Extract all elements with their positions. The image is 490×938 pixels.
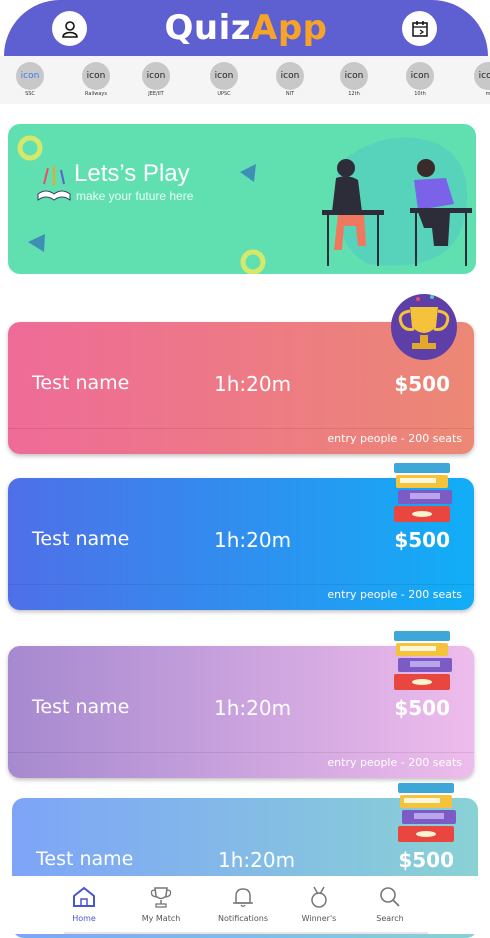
category-label: UPSC (217, 91, 231, 97)
banner-title: Lets’s Play (74, 160, 190, 187)
search-icon (380, 887, 400, 907)
category-label: 12th (348, 91, 360, 97)
books-stack-icon (394, 631, 452, 690)
category-icon: icon (276, 62, 304, 90)
category-strip: icon SSC icon Railways icon JEE/IIT icon… (0, 56, 490, 104)
app-header: QuizApp (4, 0, 488, 56)
category-label: Railways (85, 91, 107, 97)
banner-subtitle: make your future here (76, 189, 194, 203)
test-name: Test name (36, 848, 134, 870)
open-book-icon (37, 166, 71, 201)
category-item[interactable]: icon Railways (72, 62, 120, 97)
category-item[interactable]: icon 10th (396, 62, 444, 97)
calendar-icon (411, 20, 428, 37)
nav-notifications[interactable]: Notifications (208, 886, 278, 923)
test-duration: 1h:20m (214, 696, 292, 720)
nav-label: Notifications (217, 914, 269, 923)
category-item[interactable]: icon 12th (330, 62, 378, 97)
nav-label: Home (72, 914, 96, 923)
category-item[interactable]: icon m (464, 62, 490, 97)
card-divider (8, 428, 474, 429)
students-illustration (322, 159, 472, 266)
medal-icon (311, 886, 327, 908)
category-item[interactable]: icon SSC (6, 62, 54, 97)
category-icon: icon (474, 62, 490, 90)
test-prize: $500 (394, 528, 450, 552)
category-icon: icon (210, 62, 238, 90)
test-duration: 1h:20m (218, 848, 296, 872)
test-name: Test name (32, 696, 130, 718)
bell-icon (233, 888, 253, 908)
category-icon: icon (406, 62, 434, 90)
trophy-icon (391, 294, 457, 360)
books-stack-icon (394, 463, 452, 522)
bottom-nav: Home My Match Notifications Winner's Sea… (0, 876, 490, 934)
card-divider (8, 752, 474, 753)
test-duration: 1h:20m (214, 372, 292, 396)
trophy-outline-icon (150, 887, 172, 908)
test-seats: entry people - 200 seats (327, 588, 462, 601)
category-icon: icon (142, 62, 170, 90)
category-item[interactable]: icon UPSC (200, 62, 248, 97)
nav-my-match[interactable]: My Match (126, 886, 196, 923)
category-label: 10th (414, 91, 426, 97)
category-label: m (485, 91, 490, 97)
test-seats: entry people - 200 seats (327, 756, 462, 769)
home-icon (73, 886, 95, 907)
lets-play-banner[interactable]: Lets’s Play make your future here (8, 124, 476, 274)
app-title-part2: App (251, 8, 328, 48)
category-item[interactable]: icon JEE/IIT (132, 62, 180, 97)
nav-search[interactable]: Search (355, 886, 425, 923)
nav-label: Winner's (301, 914, 337, 923)
test-prize: $500 (398, 848, 454, 872)
category-label: SSC (25, 91, 35, 97)
nav-home[interactable]: Home (49, 886, 119, 923)
category-label: JEE/IIT (148, 91, 164, 97)
test-name: Test name (32, 372, 130, 394)
card-divider (8, 584, 474, 585)
app-title-part1: Quiz (164, 8, 252, 48)
category-item[interactable]: icon NIT (266, 62, 314, 97)
test-name: Test name (32, 528, 130, 550)
test-prize: $500 (394, 372, 450, 396)
nav-winners[interactable]: Winner's (284, 886, 354, 923)
calendar-button[interactable] (402, 11, 437, 46)
category-icon: icon (82, 62, 110, 90)
test-prize: $500 (394, 696, 450, 720)
nav-label: Search (376, 914, 404, 923)
test-duration: 1h:20m (214, 528, 292, 552)
books-stack-icon (398, 783, 456, 842)
category-icon: icon (16, 62, 44, 90)
category-icon: icon (340, 62, 368, 90)
nav-label: My Match (141, 914, 181, 923)
test-seats: entry people - 200 seats (327, 432, 462, 445)
category-label: NIT (285, 91, 295, 97)
